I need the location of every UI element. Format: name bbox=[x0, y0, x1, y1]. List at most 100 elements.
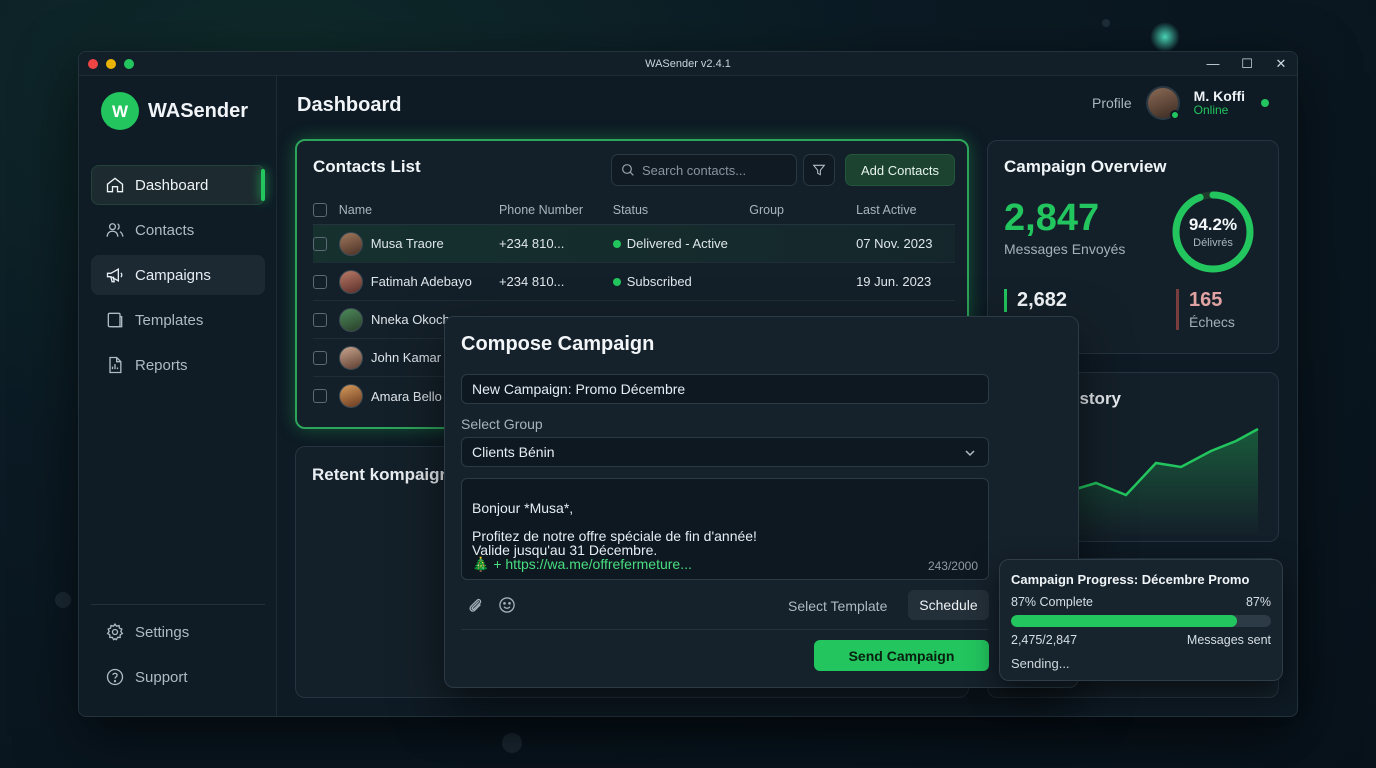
title-bar: WASender v2.4.1 — ☐ ✕ bbox=[79, 52, 1297, 76]
attach-icon[interactable] bbox=[465, 595, 485, 615]
char-count: 243/2000 bbox=[927, 559, 978, 573]
message-link[interactable]: 🎄 + https://wa.me/offrefermeture... bbox=[472, 557, 692, 571]
user-status: Online bbox=[1193, 103, 1229, 118]
gear-icon bbox=[106, 622, 124, 641]
profile-area[interactable]: Profile M. Koffi Online bbox=[1092, 86, 1269, 120]
column-header[interactable]: Group bbox=[749, 203, 856, 217]
sidebar-item-label: Campaigns bbox=[135, 266, 211, 284]
progress-header-row: 87% Complete 87% bbox=[1011, 595, 1271, 609]
compose-campaign-dialog: Compose Campaign New Campaign: Promo Déc… bbox=[444, 316, 1079, 688]
progress-status: Sending... bbox=[1011, 656, 1070, 671]
sidebar-item-label: Reports bbox=[135, 356, 188, 374]
progress-sent-label: Messages sent bbox=[1186, 633, 1271, 647]
column-header[interactable]: Status bbox=[613, 203, 750, 217]
group-label: Select Group bbox=[461, 416, 543, 432]
row-checkbox[interactable] bbox=[313, 236, 327, 251]
messages-sent-value: 2,847 bbox=[1004, 197, 1100, 239]
sidebar-item-reports[interactable]: Reports bbox=[91, 345, 265, 385]
minimize-icon[interactable]: — bbox=[1205, 52, 1221, 76]
sidebar-item-dashboard[interactable]: Dashboard bbox=[91, 165, 265, 205]
column-header[interactable]: Phone Number bbox=[499, 203, 613, 217]
filter-icon bbox=[812, 164, 826, 176]
add-contacts-button[interactable]: Add Contacts bbox=[845, 154, 955, 186]
select-template-link[interactable]: Select Template bbox=[788, 598, 887, 614]
maximize-icon[interactable]: ☐ bbox=[1239, 52, 1255, 76]
delivered-stat: 2,682 bbox=[1004, 289, 1067, 312]
contact-phone: +234 810... bbox=[498, 236, 565, 251]
whatsapp-logo-icon: W bbox=[101, 92, 139, 130]
sidebar-item-templates[interactable]: Templates bbox=[91, 300, 265, 340]
select-all-checkbox[interactable] bbox=[313, 202, 327, 217]
recent-campaigns-title: Retent kompaign bbox=[312, 465, 450, 484]
contact-last-active: 19 Jun. 2023 bbox=[856, 274, 932, 289]
failed-value: 165 bbox=[1189, 289, 1223, 311]
row-checkbox[interactable] bbox=[313, 389, 327, 403]
search-input[interactable] bbox=[642, 162, 782, 178]
background-dot bbox=[1102, 19, 1110, 27]
user-name: M. Koffi bbox=[1193, 88, 1245, 105]
sidebar: W WASender Dashboard Contacts Campaigns … bbox=[79, 76, 277, 716]
contact-status: Delivered - Active bbox=[626, 236, 728, 251]
message-textarea[interactable]: Bonjour *Musa*, Profitez de notre offre … bbox=[461, 478, 989, 580]
chevron-down-icon bbox=[965, 450, 975, 457]
progress-bar-fill bbox=[1011, 615, 1238, 627]
window-title: WASender v2.4.1 bbox=[645, 57, 731, 70]
search-box[interactable] bbox=[611, 154, 797, 186]
status-dot-icon bbox=[612, 239, 621, 248]
schedule-button[interactable]: Schedule bbox=[908, 590, 989, 620]
contact-name: Musa Traore bbox=[370, 236, 444, 251]
delivered-value: 2,682 bbox=[1017, 289, 1068, 311]
contact-status: Subscribed bbox=[626, 274, 692, 289]
sidebar-nav: Dashboard Contacts Campaigns Templates R… bbox=[91, 165, 265, 390]
row-checkbox[interactable] bbox=[313, 312, 327, 327]
help-icon bbox=[106, 668, 124, 686]
filter-button[interactable] bbox=[803, 154, 835, 186]
contact-last-active: 07 Nov. 2023 bbox=[856, 236, 933, 251]
contact-phone: +234 810... bbox=[498, 274, 565, 289]
sidebar-item-campaigns[interactable]: Campaigns bbox=[91, 255, 265, 295]
avatar bbox=[339, 384, 363, 408]
sidebar-bottom-nav: Settings Support bbox=[91, 612, 265, 702]
history-area bbox=[1076, 429, 1258, 535]
status-dot-icon bbox=[612, 277, 621, 286]
failed-label: Échecs bbox=[1189, 314, 1235, 330]
compose-toolbar bbox=[465, 595, 517, 615]
sidebar-item-contacts[interactable]: Contacts bbox=[91, 210, 265, 250]
overview-title: Campaign Overview bbox=[1004, 157, 1167, 176]
progress-bar bbox=[1011, 615, 1271, 627]
avatar bbox=[338, 231, 363, 256]
campaign-name-field[interactable]: New Campaign: Promo Décembre bbox=[461, 374, 989, 404]
profile-label[interactable]: Profile bbox=[1092, 95, 1132, 111]
contact-name: Fatimah Adebayo bbox=[370, 274, 472, 289]
close-icon[interactable]: ✕ bbox=[1273, 52, 1289, 76]
group-select[interactable]: Clients Bénin bbox=[461, 437, 989, 467]
sidebar-item-support[interactable]: Support bbox=[91, 657, 265, 697]
svg-text:W: W bbox=[112, 102, 129, 121]
message-body: Bonjour *Musa*, Profitez de notre offre … bbox=[472, 500, 757, 558]
table-header: Name Phone Number Status Group Last Acti… bbox=[313, 195, 955, 225]
template-icon bbox=[107, 312, 123, 328]
table-row[interactable]: Musa Traore +234 810... Delivered - Acti… bbox=[313, 225, 955, 263]
users-icon bbox=[106, 223, 124, 237]
contact-name: Amara Bello bbox=[371, 388, 442, 404]
background-dot bbox=[502, 733, 522, 753]
sidebar-item-label: Settings bbox=[135, 623, 190, 641]
table-row[interactable]: Fatimah Adebayo +234 810... Subscribed 1… bbox=[313, 263, 955, 301]
column-header[interactable]: Last Active bbox=[856, 203, 955, 217]
column-header[interactable]: Name bbox=[339, 203, 499, 217]
sidebar-divider bbox=[91, 604, 265, 605]
app-logo: W WASender bbox=[101, 92, 248, 130]
compose-divider bbox=[461, 629, 988, 630]
send-campaign-button[interactable]: Send Campaign bbox=[814, 640, 989, 671]
row-checkbox[interactable] bbox=[313, 350, 327, 365]
profile-name: M. Koffi Online bbox=[1194, 88, 1245, 118]
contact-name: John Kamar bbox=[371, 350, 442, 365]
delivery-rate-value: 94.2% bbox=[1188, 215, 1238, 234]
emoji-icon[interactable] bbox=[497, 595, 517, 615]
search-icon bbox=[622, 164, 634, 176]
row-checkbox[interactable] bbox=[313, 274, 327, 289]
sidebar-item-settings[interactable]: Settings bbox=[91, 612, 265, 652]
avatar[interactable] bbox=[1145, 86, 1180, 120]
delivery-rate-label: Délivrés bbox=[1193, 237, 1233, 249]
avatar bbox=[338, 269, 363, 294]
